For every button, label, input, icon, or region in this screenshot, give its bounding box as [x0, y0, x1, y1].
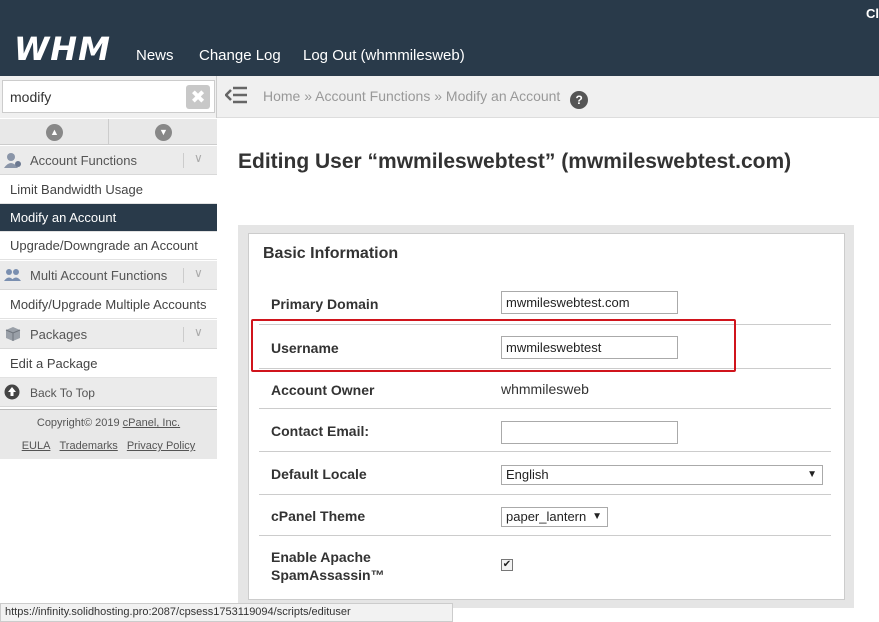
back-to-top-button[interactable]: Back To Top: [0, 378, 217, 407]
row-account-owner: Account Owner whmmilesweb: [259, 369, 831, 409]
sidebar-item-edit-package[interactable]: Edit a Package: [0, 350, 217, 378]
arrow-up-icon: ▲: [46, 124, 63, 141]
arrow-down-icon: ▼: [155, 124, 172, 141]
account-owner-label: Account Owner: [271, 382, 375, 398]
sidebar-category-account-functions[interactable]: Account Functions ∨: [0, 146, 217, 175]
status-bar-url: https://infinity.solidhosting.pro:2087/c…: [0, 603, 453, 622]
sidebar-scroll-controls: ▲ ▼: [0, 119, 217, 145]
primary-domain-input[interactable]: [501, 291, 678, 314]
default-locale-value: English: [506, 467, 549, 482]
panel-title: Basic Information: [263, 245, 399, 262]
cpanel-link[interactable]: cPanel, Inc.: [123, 417, 180, 429]
top-bar: WHM News Change Log Log Out (whmmilesweb…: [0, 0, 879, 76]
username-highlight-box: [251, 319, 736, 372]
spamassassin-label: Enable Apache SpamAssassin™: [271, 548, 385, 584]
row-default-locale: Default Locale English ▼: [259, 452, 831, 495]
category-label: Account Functions: [30, 153, 137, 168]
scroll-down-button[interactable]: ▼: [109, 119, 217, 145]
footer-links: EULA Trademarks Privacy Policy: [0, 440, 217, 452]
nav-change-log[interactable]: Change Log: [199, 47, 281, 64]
cpanel-theme-value: paper_lantern: [506, 509, 587, 524]
divider: [183, 327, 184, 342]
account-owner-value: whmmilesweb: [501, 381, 589, 397]
sidebar-item-limit-bandwidth[interactable]: Limit Bandwidth Usage: [0, 176, 217, 204]
users-icon: [4, 267, 22, 283]
default-locale-label: Default Locale: [271, 466, 367, 482]
category-label: Multi Account Functions: [30, 268, 168, 283]
search-input[interactable]: [2, 80, 215, 113]
copyright-text: Copyright© 2019: [36, 417, 123, 429]
dropdown-arrow-icon: ▼: [807, 469, 817, 480]
contact-email-input[interactable]: [501, 421, 678, 444]
divider: [183, 268, 184, 283]
nav-news[interactable]: News: [136, 47, 174, 64]
user-icon: [4, 152, 22, 168]
chevron-down-icon[interactable]: ∨: [194, 266, 203, 280]
breadcrumb-bar: Home » Account Functions » Modify an Acc…: [217, 76, 879, 118]
cpanel-theme-label: cPanel Theme: [271, 508, 366, 524]
divider: [183, 153, 184, 168]
sidebar-footer: Copyright© 2019 cPanel, Inc. EULA Tradem…: [0, 409, 217, 459]
trademarks-link[interactable]: Trademarks: [60, 440, 118, 452]
breadcrumb: Home » Account Functions » Modify an Acc…: [263, 88, 589, 109]
row-spamassassin: Enable Apache SpamAssassin™ ✔: [259, 536, 831, 596]
sidebar-item-modify-multiple[interactable]: Modify/Upgrade Multiple Accounts: [0, 291, 217, 319]
row-cpanel-theme: cPanel Theme paper_lantern ▼: [259, 495, 831, 536]
spamassassin-label-line1: Enable Apache: [271, 549, 371, 565]
breadcrumb-separator: »: [434, 88, 443, 104]
chevron-down-icon[interactable]: ∨: [194, 151, 203, 165]
chevron-down-icon[interactable]: ∨: [194, 325, 203, 339]
basic-info-panel: Basic Information Primary Domain Usernam…: [248, 233, 845, 600]
clear-search-icon[interactable]: ✖: [186, 85, 210, 109]
arrow-up-circle-icon: [4, 384, 22, 400]
privacy-policy-link[interactable]: Privacy Policy: [127, 440, 195, 452]
spamassassin-checkbox[interactable]: ✔: [501, 559, 513, 571]
sidebar-category-multi-account-functions[interactable]: Multi Account Functions ∨: [0, 261, 217, 290]
row-contact-email: Contact Email:: [259, 409, 831, 452]
sidebar: ✖ ▲ ▼ Account Functions ∨ Limit Bandwidt…: [0, 76, 217, 622]
sidebar-item-modify-account[interactable]: Modify an Account: [0, 204, 217, 232]
cpanel-theme-select[interactable]: paper_lantern ▼: [501, 507, 608, 527]
primary-domain-label: Primary Domain: [271, 296, 379, 312]
dropdown-arrow-icon: ▼: [592, 511, 602, 522]
back-to-top-label: Back To Top: [30, 386, 95, 400]
whm-logo[interactable]: WHM: [14, 30, 111, 68]
breadcrumb-home[interactable]: Home: [263, 88, 300, 104]
basic-info-panel-wrap: Basic Information Primary Domain Usernam…: [238, 225, 854, 608]
corner-text: Cl: [866, 6, 879, 21]
nav-log-out[interactable]: Log Out (whmmilesweb): [303, 47, 465, 64]
default-locale-select[interactable]: English ▼: [501, 465, 823, 485]
search-area: ✖: [0, 76, 217, 118]
breadcrumb-account-functions[interactable]: Account Functions: [315, 88, 430, 104]
breadcrumb-current: Modify an Account: [445, 88, 561, 104]
spamassassin-label-line2: SpamAssassin™: [271, 567, 385, 583]
package-icon: [4, 326, 22, 342]
contact-email-label: Contact Email:: [271, 423, 370, 439]
category-label: Packages: [30, 327, 88, 342]
scroll-up-button[interactable]: ▲: [0, 119, 108, 145]
sidebar-category-packages[interactable]: Packages ∨: [0, 320, 217, 349]
breadcrumb-separator: »: [304, 88, 313, 104]
help-icon[interactable]: ?: [570, 91, 589, 109]
sidebar-item-upgrade-downgrade[interactable]: Upgrade/Downgrade an Account: [0, 232, 217, 260]
eula-link[interactable]: EULA: [22, 440, 51, 452]
copyright: Copyright© 2019 cPanel, Inc.: [0, 417, 217, 429]
page-title: Editing User “mwmileswebtest” (mwmileswe…: [238, 150, 792, 173]
menu-toggle-icon[interactable]: [224, 85, 249, 111]
